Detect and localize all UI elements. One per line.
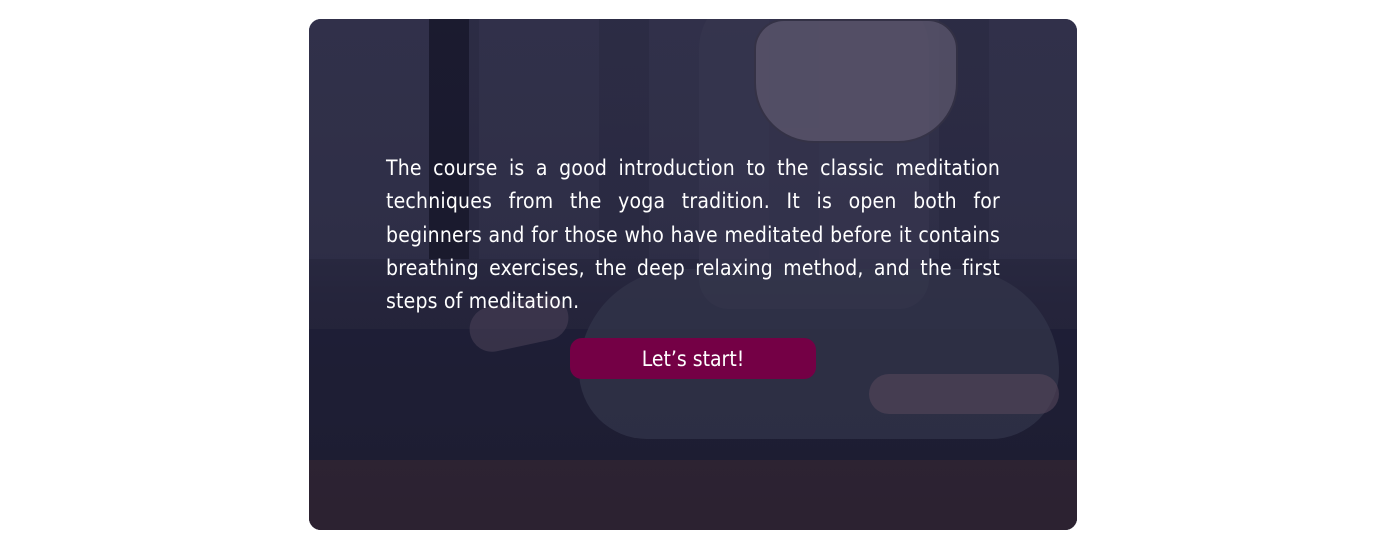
- hero-content: The course is a good introduction to the…: [386, 152, 1000, 318]
- hero-card: The course is a good introduction to the…: [309, 19, 1077, 530]
- lets-start-button[interactable]: Let’s start!: [570, 338, 816, 379]
- course-description: The course is a good introduction to the…: [386, 156, 1000, 314]
